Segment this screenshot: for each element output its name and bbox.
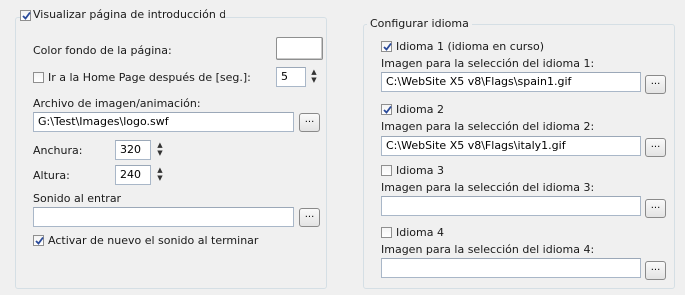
lang4-label: Idioma 4 — [396, 226, 444, 239]
checkmark-icon — [35, 236, 44, 245]
lang1-label: Idioma 1 (idioma en curso) — [396, 40, 545, 53]
lang1-image-input[interactable]: C:\WebSite X5 v8\Flags\spain1.gif — [381, 72, 641, 92]
bg-color-label: Color fondo de la página: — [33, 44, 172, 57]
language-group-title: Configurar idioma — [367, 17, 472, 31]
intro-page-checkbox[interactable] — [20, 10, 31, 21]
home-page-label: Ir a la Home Page después de [seg.]: — [48, 71, 251, 84]
bg-color-picker[interactable] — [276, 37, 323, 60]
file-browse-button[interactable]: ... — [299, 113, 320, 132]
checkmark-icon — [383, 105, 392, 114]
spin-up-icon[interactable]: ▲ — [154, 166, 166, 174]
width-spinner[interactable]: ▲ ▼ — [154, 141, 166, 159]
intro-page-label: Visualizar página de introducción del si… — [31, 9, 225, 21]
spin-down-icon[interactable]: ▼ — [308, 76, 320, 84]
spin-up-icon[interactable]: ▲ — [308, 68, 320, 76]
sound-browse-button[interactable]: ... — [299, 208, 320, 227]
width-input[interactable]: 320 — [115, 140, 151, 160]
height-label: Altura: — [33, 169, 70, 182]
lang2-image-input[interactable]: C:\WebSite X5 v8\Flags\italy1.gif — [381, 136, 641, 156]
lang4-image-label: Imagen para la selección del idioma 4: — [381, 243, 595, 256]
lang3-browse-button[interactable]: ... — [645, 199, 666, 218]
sound-input[interactable] — [33, 207, 294, 227]
lang3-label: Idioma 3 — [396, 164, 444, 177]
home-seconds-input[interactable]: 5 — [276, 67, 306, 87]
lang4-image-input[interactable] — [381, 258, 641, 278]
lang1-image-label: Imagen para la selección del idioma 1: — [381, 57, 595, 70]
repeat-sound-checkbox[interactable] — [33, 235, 44, 246]
lang2-label: Idioma 2 — [396, 103, 444, 116]
height-input[interactable]: 240 — [115, 165, 151, 185]
sound-label: Sonido al entrar — [33, 192, 122, 205]
home-page-checkbox[interactable] — [33, 72, 44, 83]
file-label: Archivo de imagen/animación: — [33, 97, 201, 110]
spin-up-icon[interactable]: ▲ — [154, 141, 166, 149]
height-spinner[interactable]: ▲ ▼ — [154, 166, 166, 184]
spin-down-icon[interactable]: ▼ — [154, 174, 166, 182]
lang2-image-label: Imagen para la selección del idioma 2: — [381, 120, 595, 133]
lang2-browse-button[interactable]: ... — [645, 138, 666, 157]
repeat-sound-label: Activar de nuevo el sonido al terminar — [48, 234, 259, 247]
width-label: Anchura: — [33, 144, 83, 157]
lang3-checkbox[interactable] — [381, 165, 392, 176]
lang1-checkbox[interactable] — [381, 41, 392, 52]
lang3-image-input[interactable] — [381, 196, 641, 216]
lang4-browse-button[interactable]: ... — [645, 261, 666, 280]
spin-down-icon[interactable]: ▼ — [154, 149, 166, 157]
lang1-browse-button[interactable]: ... — [645, 75, 666, 94]
lang4-checkbox[interactable] — [381, 227, 392, 238]
checkmark-icon — [383, 42, 392, 51]
lang2-checkbox[interactable] — [381, 104, 392, 115]
file-input[interactable]: G:\Test\Images\logo.swf — [33, 112, 294, 132]
home-seconds-spinner[interactable]: ▲ ▼ — [308, 68, 320, 86]
intro-page-label-text: Visualizar página de introducción del si… — [33, 9, 225, 21]
lang3-image-label: Imagen para la selección del idioma 3: — [381, 181, 595, 194]
